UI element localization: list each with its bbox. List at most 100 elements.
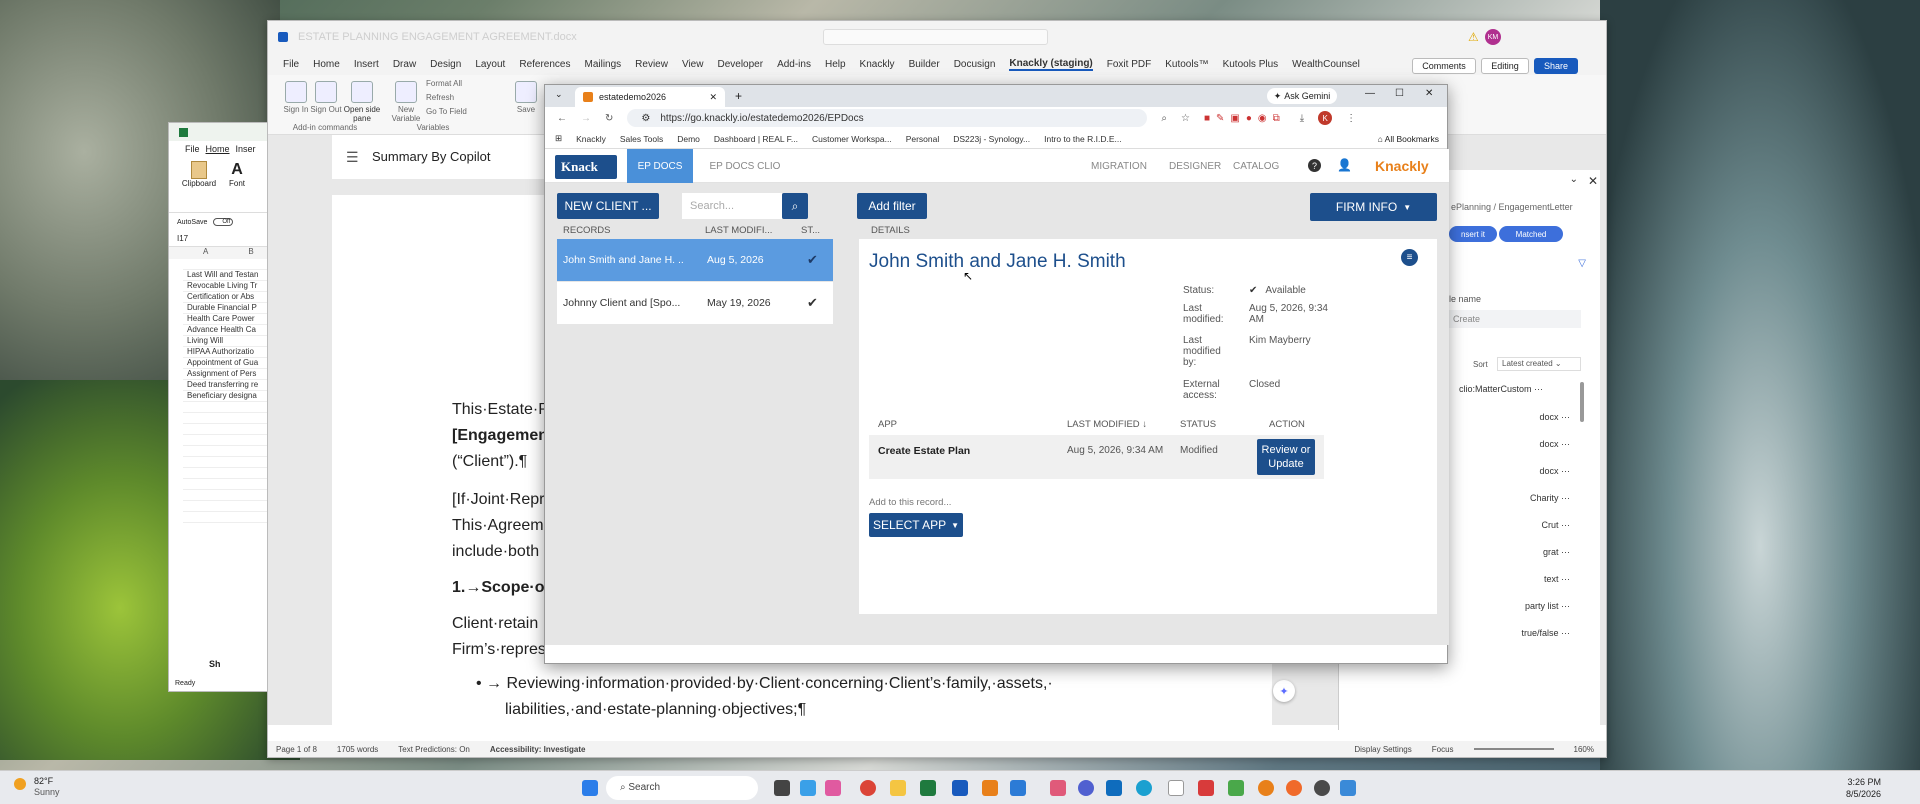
task-pane-collapse-icon[interactable]: ⌄: [1570, 174, 1578, 185]
weather-widget[interactable]: 82°F Sunny: [14, 776, 60, 798]
select-app-button[interactable]: SELECT APP ▼: [869, 513, 963, 537]
refresh-button[interactable]: Refresh: [426, 93, 486, 102]
excel-row[interactable]: HIPAA Authorizatio: [183, 347, 267, 358]
maximize-icon[interactable]: ☐: [1395, 88, 1404, 99]
user-icon[interactable]: 👤: [1337, 158, 1352, 172]
word-menu-item[interactable]: Help: [825, 59, 846, 70]
extension-icons[interactable]: ■✎▣●◉⧉: [1204, 113, 1286, 124]
bookmark-item[interactable]: Demo: [677, 134, 700, 144]
app-icon[interactable]: [1078, 780, 1094, 796]
word-menu-item[interactable]: Kutools Plus: [1223, 59, 1279, 70]
excel-sheet-tab[interactable]: Sh: [209, 659, 221, 669]
excel-menu-home[interactable]: Home: [206, 144, 230, 154]
app-icon[interactable]: [1286, 780, 1302, 796]
field-row[interactable]: docx ···: [1539, 466, 1570, 476]
word-menu-item[interactable]: Layout: [475, 59, 505, 70]
word-menu-item[interactable]: File: [283, 59, 299, 70]
text-predictions[interactable]: Text Predictions: On: [398, 745, 470, 754]
browser-menu-icon[interactable]: ⋮: [1346, 113, 1356, 124]
excel-row[interactable]: [183, 512, 267, 523]
word-menu-item[interactable]: Docusign: [954, 59, 996, 70]
app-icon[interactable]: [1010, 780, 1026, 796]
word-menu-item[interactable]: Review: [635, 59, 668, 70]
nav-migration[interactable]: MIGRATION: [1091, 161, 1147, 172]
excel-row[interactable]: [183, 402, 267, 413]
excel-row[interactable]: [183, 435, 267, 446]
app-icon[interactable]: [1228, 780, 1244, 796]
bookmark-item[interactable]: DS223j - Synology...: [953, 134, 1030, 144]
sort-dropdown[interactable]: Latest created ⌄: [1497, 357, 1581, 371]
field-row[interactable]: Charity ···: [1530, 493, 1570, 503]
excel-row[interactable]: [183, 424, 267, 435]
accessibility-status[interactable]: Accessibility: Investigate: [490, 745, 586, 754]
taskbar-search[interactable]: ⌕ Search: [606, 776, 758, 800]
file-explorer-icon[interactable]: [890, 780, 906, 796]
task-pane-scrollbar[interactable]: [1580, 382, 1584, 422]
excel-row[interactable]: [183, 501, 267, 512]
zoom-slider[interactable]: [1473, 748, 1554, 750]
nav-catalog[interactable]: CATALOG: [1233, 161, 1279, 172]
word-menu-item[interactable]: Knackly: [860, 59, 895, 70]
col-last-modified[interactable]: LAST MODIFI...: [705, 225, 772, 236]
word-comments-button[interactable]: Comments: [1412, 58, 1476, 74]
col-app[interactable]: APP: [878, 419, 897, 430]
word-menu-item[interactable]: Foxit PDF: [1107, 59, 1151, 70]
word-menu-item[interactable]: Draw: [393, 59, 416, 70]
chrome-icon[interactable]: [860, 780, 876, 796]
filter-icon[interactable]: ▽: [1578, 258, 1586, 269]
new-tab-icon[interactable]: +: [735, 89, 742, 103]
excel-menu-insert[interactable]: Inser: [236, 144, 256, 154]
new-variable-button[interactable]: New Variable: [388, 81, 424, 123]
app-icon[interactable]: [800, 780, 816, 796]
back-icon[interactable]: ←: [557, 113, 567, 124]
search-button[interactable]: ⌕: [782, 193, 808, 219]
app-icon[interactable]: [1168, 780, 1184, 796]
go-to-field-button[interactable]: Go To Field: [426, 107, 486, 116]
reload-icon[interactable]: ↻: [605, 113, 613, 124]
word-menu-item[interactable]: Developer: [717, 59, 763, 70]
insert-it-button[interactable]: nsert it: [1449, 226, 1497, 242]
excel-row[interactable]: Certification or Abs: [183, 292, 267, 303]
matched-button[interactable]: Matched: [1499, 226, 1563, 242]
word-menu-item[interactable]: WealthCounsel: [1292, 59, 1360, 70]
excel-row[interactable]: Living Will: [183, 336, 267, 347]
excel-row[interactable]: Beneficiary designa: [183, 391, 267, 402]
nav-designer[interactable]: DESIGNER: [1169, 161, 1221, 172]
excel-menu-file[interactable]: File: [185, 144, 200, 154]
tab-list-icon[interactable]: ⌄: [555, 89, 563, 100]
record-menu-icon[interactable]: ≡: [1401, 249, 1418, 266]
word-search-box[interactable]: [823, 29, 1048, 45]
field-row[interactable]: party list ···: [1525, 601, 1570, 611]
tab-ep-docs-clio[interactable]: EP DOCS CLIO: [705, 149, 785, 183]
search-input[interactable]: Search...: [682, 193, 782, 219]
apps-grid-icon[interactable]: ⊞: [555, 133, 562, 144]
start-icon[interactable]: [582, 780, 598, 796]
help-icon[interactable]: ?: [1308, 159, 1321, 172]
tab-close-icon[interactable]: ✕: [709, 92, 717, 103]
excel-taskbar-icon[interactable]: [920, 780, 936, 796]
excel-row[interactable]: Revocable Living Tr: [183, 281, 267, 292]
bookmark-item[interactable]: Customer Workspa...: [812, 134, 892, 144]
open-side-pane-button[interactable]: Open side pane: [340, 81, 384, 123]
excel-row[interactable]: Health Care Power: [183, 314, 267, 325]
excel-row[interactable]: Deed transferring re: [183, 380, 267, 391]
word-menu-item[interactable]: Knackly (staging): [1009, 58, 1093, 71]
forward-icon[interactable]: →: [581, 113, 591, 124]
word-taskbar-icon[interactable]: [952, 780, 968, 796]
outlook-icon[interactable]: [1106, 780, 1122, 796]
word-menu-item[interactable]: Add-ins: [777, 59, 811, 70]
new-client-button[interactable]: NEW CLIENT ...: [557, 193, 659, 219]
font-button[interactable]: A Font: [219, 161, 255, 188]
field-row[interactable]: true/false ···: [1521, 628, 1570, 638]
word-menu-item[interactable]: Insert: [354, 59, 379, 70]
url-input[interactable]: ⚙ https://go.knackly.io/estatedemo2026/EP…: [627, 109, 1148, 127]
excel-row[interactable]: Last Will and Testan: [183, 270, 267, 281]
download-icon[interactable]: ⤓: [1300, 113, 1304, 124]
app-icon[interactable]: [1198, 780, 1214, 796]
bookmark-star-icon[interactable]: ☆: [1181, 113, 1190, 124]
app-icon[interactable]: [1050, 780, 1066, 796]
bookmark-item[interactable]: Dashboard | REAL F...: [714, 134, 798, 144]
excel-row[interactable]: Durable Financial P: [183, 303, 267, 314]
col-status[interactable]: ST...: [801, 225, 820, 236]
excel-row[interactable]: [183, 413, 267, 424]
